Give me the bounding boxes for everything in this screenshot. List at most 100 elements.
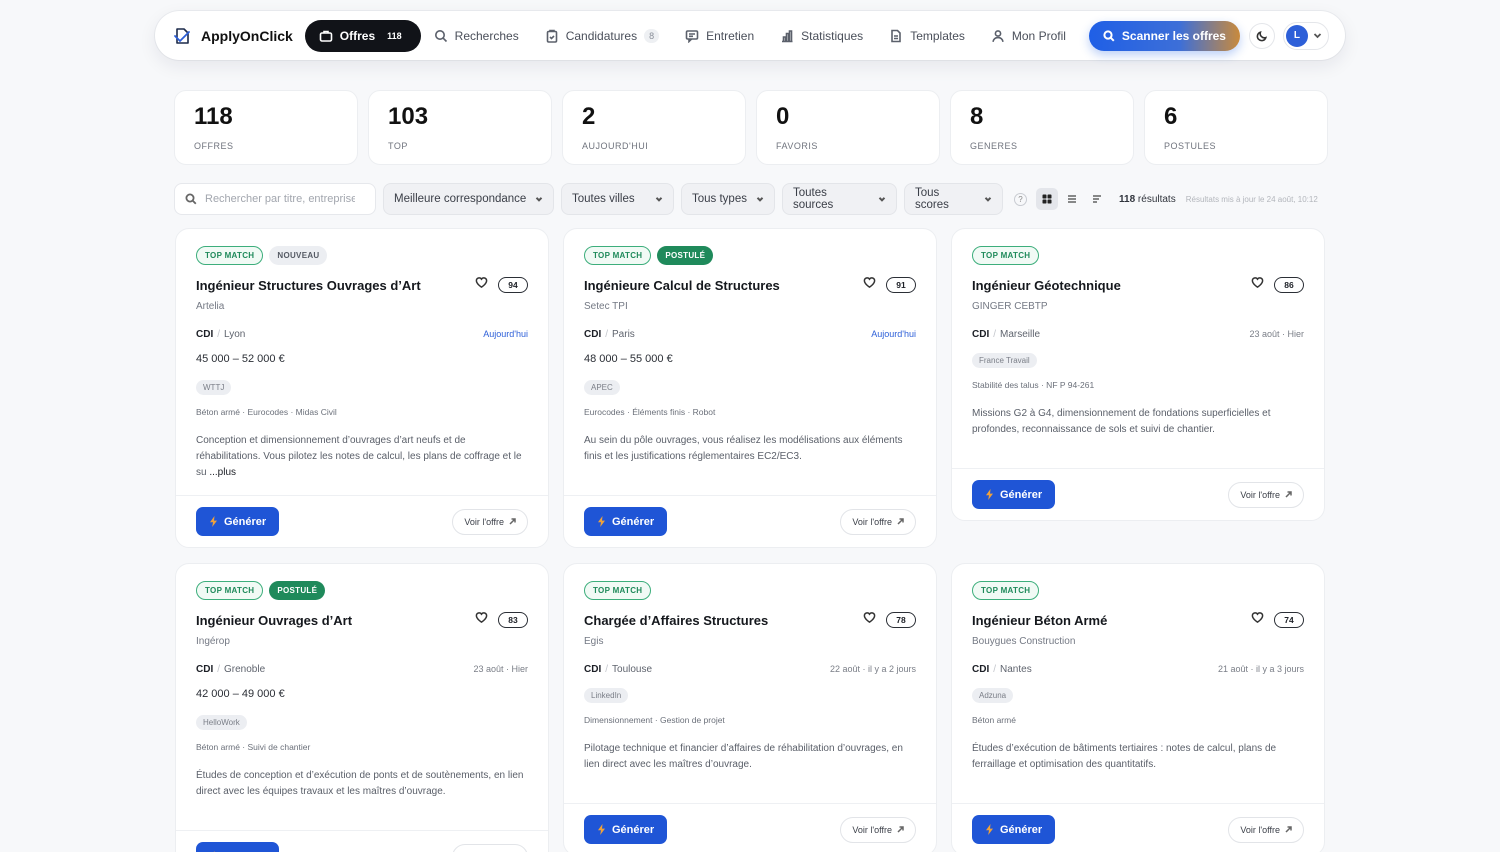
user-menu[interactable]: L <box>1282 21 1329 50</box>
job-card[interactable]: TOP MATCH NOUVEAU Ingénieur Structures Ou… <box>175 228 549 548</box>
stat-card-offres[interactable]: 118 OFFRES <box>174 90 358 165</box>
generate-button[interactable]: Générer <box>584 507 668 536</box>
search-input[interactable] <box>205 193 355 205</box>
job-title[interactable]: Ingénieur Ouvrages d’Art <box>196 613 352 628</box>
view-offer-button[interactable]: Voir l'offre <box>840 816 916 843</box>
badge-top-match: TOP MATCH <box>196 246 264 265</box>
source-select[interactable]: Toutes sources <box>782 183 897 215</box>
type-select[interactable]: Tous types <box>681 183 775 215</box>
job-city: Grenoble <box>224 663 266 675</box>
chevron-down-icon <box>655 197 663 202</box>
view-offer-button[interactable]: Voir l'offre <box>1228 816 1304 843</box>
view-offer-button[interactable]: Voir l'offre <box>1228 481 1304 508</box>
sort-select-value: Meilleure correspondance <box>394 193 527 205</box>
list-view-button[interactable] <box>1061 188 1083 210</box>
generate-button[interactable]: Générer <box>196 507 280 536</box>
results-count-word: résultats <box>1137 193 1176 205</box>
source-select-value: Toutes sources <box>793 187 834 211</box>
job-card[interactable]: TOP MATCH POSTULÉ Ingénieur Ouvrages d’Ar… <box>175 563 549 852</box>
job-title[interactable]: Ingénieure Calcul de Structures <box>584 278 780 293</box>
generate-button[interactable]: Générer <box>196 842 280 852</box>
posted-date: 22 août · il y a 2 jours <box>829 664 916 674</box>
stat-card-generes[interactable]: 8 GENERES <box>950 90 1134 165</box>
badge-top-match: TOP MATCH <box>972 246 1040 265</box>
favorite-button[interactable] <box>863 611 876 629</box>
separator: / <box>605 663 609 675</box>
chevron-down-icon <box>1313 33 1322 39</box>
job-meta: CDI / Toulouse 22 août · il y a 2 jours <box>584 662 916 676</box>
stat-label: POSTULES <box>1164 141 1217 151</box>
contract-location: CDI / Grenoble <box>196 664 265 675</box>
generate-button[interactable]: Générer <box>972 480 1056 509</box>
brand-name: ApplyOnClick <box>201 27 293 44</box>
nav-item-mon-profil[interactable]: Mon Profil <box>978 20 1079 52</box>
job-title[interactable]: Ingénieur Béton Armé <box>972 613 1107 628</box>
job-city: Toulouse <box>612 663 653 675</box>
nav-item-label: Entretien <box>706 28 755 43</box>
job-description: Au sein du pôle ouvrages, vous réalisez … <box>584 433 916 483</box>
stat-label: TOP <box>388 141 408 151</box>
help-icon[interactable]: ? <box>1014 192 1027 206</box>
search-icon <box>434 29 447 42</box>
job-card[interactable]: TOP MATCH POSTULÉ Ingénieure Calcul de St… <box>563 228 937 548</box>
job-description-text: Missions G2 à G4, dimensionnement de fon… <box>972 408 1271 435</box>
nav-item-candidatures[interactable]: Candidatures 8 <box>532 20 672 52</box>
favorite-button[interactable] <box>863 276 876 294</box>
dark-mode-toggle[interactable] <box>1248 22 1275 49</box>
skill-tags: Stabilité des talus · NF P 94-261 <box>972 380 1095 390</box>
city-select[interactable]: Toutes villes <box>561 183 674 215</box>
read-more-link[interactable]: ...plus <box>209 467 236 478</box>
brand[interactable]: ApplyOnClick <box>173 27 293 45</box>
nav-item-recherches[interactable]: Recherches <box>421 20 532 52</box>
job-card[interactable]: TOP MATCH Ingénieur Béton Armé 74 Bouygu… <box>951 563 1325 852</box>
badge-top-match: TOP MATCH <box>584 246 652 265</box>
score-select[interactable]: Tous scores <box>904 183 1003 215</box>
job-card[interactable]: TOP MATCH Ingénieur Géotechnique 86 GING… <box>951 228 1325 521</box>
job-meta: CDI / Lyon Aujourd'hui <box>196 327 528 341</box>
scan-offers-button[interactable]: Scanner les offres <box>1088 20 1240 51</box>
job-title[interactable]: Chargée d’Affaires Structures <box>584 613 768 628</box>
favorite-button[interactable] <box>1251 611 1264 629</box>
compact-view-button[interactable] <box>1086 188 1108 210</box>
view-offer-button[interactable]: Voir l'offre <box>452 508 528 535</box>
job-meta: CDI / Nantes 21 août · il y a 3 jours <box>972 662 1304 676</box>
view-offer-button[interactable]: Voir l'offre <box>840 508 916 535</box>
job-description-text: Conception et dimensionnement d’ouvrages… <box>196 435 522 478</box>
favorite-button[interactable] <box>475 611 488 629</box>
job-title[interactable]: Ingénieur Structures Ouvrages d’Art <box>196 278 421 293</box>
job-actions: 78 <box>863 611 916 629</box>
nav-item-templates[interactable]: Templates <box>876 20 978 52</box>
nav-item-label: Recherches <box>454 28 519 43</box>
briefcase-icon <box>319 30 333 42</box>
stat-card-aujourdhui[interactable]: 2 AUJOURD'HUI <box>562 90 746 165</box>
stat-card-favoris[interactable]: 0 FAVORIS <box>756 90 940 165</box>
source-badge: LinkedIn <box>584 688 629 703</box>
card-footer: Générer Voir l'offre <box>952 468 1324 520</box>
contract-type: CDI <box>972 663 990 675</box>
stat-label: OFFRES <box>194 141 234 151</box>
stat-card-top[interactable]: 103 TOP <box>368 90 552 165</box>
nav-item-statistiques[interactable]: Statistiques <box>767 20 876 52</box>
grid-view-button[interactable] <box>1036 188 1058 210</box>
favorite-button[interactable] <box>1251 276 1264 294</box>
job-card[interactable]: TOP MATCH Chargée d’Affaires Structures … <box>563 563 937 852</box>
generate-button[interactable]: Générer <box>972 815 1056 844</box>
lightning-icon <box>986 489 993 500</box>
job-title-row: Chargée d’Affaires Structures 78 <box>584 612 916 628</box>
generate-button[interactable]: Générer <box>584 815 668 844</box>
job-title[interactable]: Ingénieur Géotechnique <box>972 278 1121 293</box>
salary-range: 48 000 – 55 000 € <box>584 353 673 365</box>
sort-select[interactable]: Meilleure correspondance <box>383 183 554 215</box>
nav-item-entretien[interactable]: Entretien <box>672 20 767 52</box>
view-offer-button[interactable]: Voir l'offre <box>452 843 528 852</box>
card-footer: Générer Voir l'offre <box>952 803 1324 852</box>
stats-row: 118 OFFRES 103 TOP 2 AUJOURD'HUI 0 FAVOR… <box>174 90 1328 165</box>
contract-location: CDI / Marseille <box>972 329 1040 340</box>
favorite-button[interactable] <box>475 276 488 294</box>
view-offer-label: Voir l'offre <box>1240 489 1280 500</box>
job-actions: 74 <box>1251 611 1304 629</box>
job-description: Missions G2 à G4, dimensionnement de fon… <box>972 406 1304 456</box>
match-score: 86 <box>1274 277 1304 293</box>
nav-item-offres[interactable]: Offres 118 <box>304 19 421 52</box>
stat-card-postules[interactable]: 6 POSTULES <box>1144 90 1328 165</box>
